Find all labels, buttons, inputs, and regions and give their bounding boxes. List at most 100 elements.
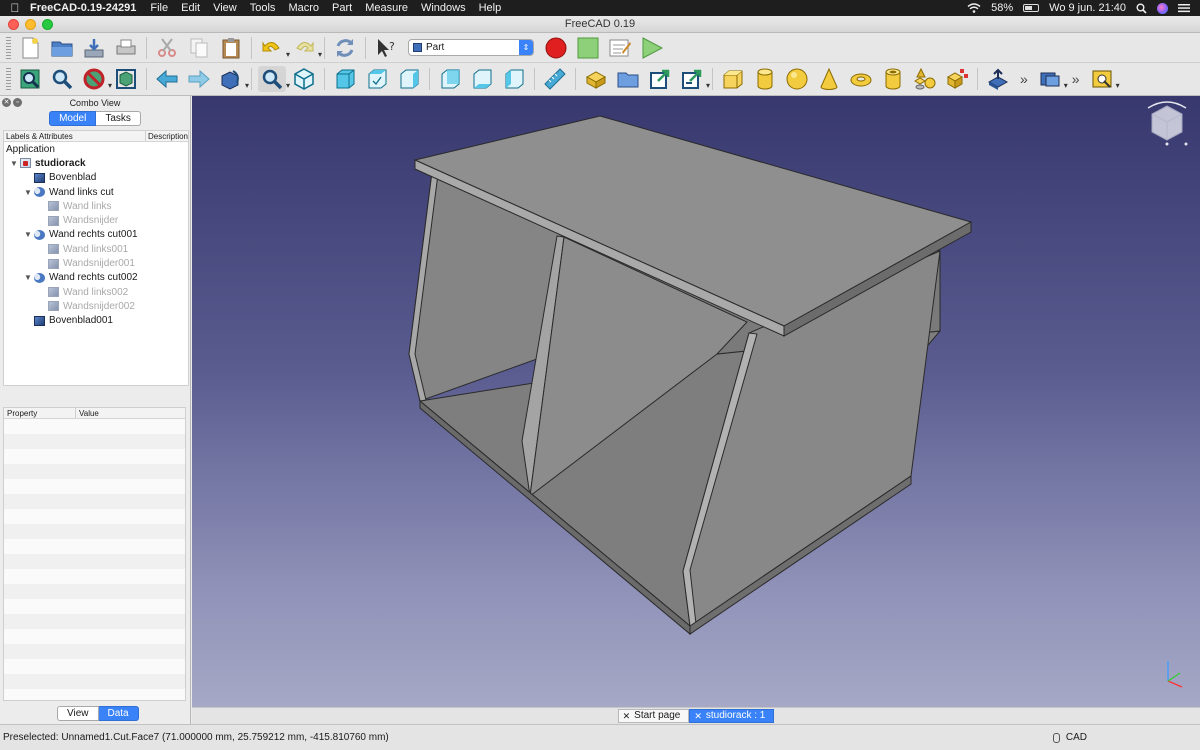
part-cone-button[interactable] <box>815 66 843 92</box>
tree-item[interactable]: Wand links002 <box>4 285 188 299</box>
part-cylinder-button[interactable] <box>751 66 779 92</box>
expand-arrow-icon[interactable]: ▼ <box>8 159 20 168</box>
open-document-button[interactable] <box>48 35 76 61</box>
expand-arrow-icon[interactable]: ▼ <box>22 188 34 197</box>
studiorack-model[interactable] <box>192 96 1200 707</box>
tree-item[interactable]: ▼ Wand links cut <box>4 185 188 199</box>
cut-button[interactable] <box>153 35 181 61</box>
zoom-menu-button[interactable] <box>258 66 290 92</box>
part-primitives-button[interactable] <box>911 66 939 92</box>
tab-tasks[interactable]: Tasks <box>96 111 141 126</box>
measure-distance-button[interactable] <box>541 66 569 92</box>
battery-icon[interactable] <box>1023 4 1040 12</box>
macro-run-button[interactable] <box>638 35 666 61</box>
navigation-cube[interactable] <box>1144 100 1190 146</box>
model-tree[interactable]: Labels & Attributes Description Applicat… <box>3 130 189 386</box>
siri-icon[interactable] <box>1157 2 1168 14</box>
toolbar-overflow-button[interactable]: » <box>1020 71 1028 87</box>
tree-item[interactable]: ▼ studiorack <box>4 156 188 170</box>
part-booleans-button[interactable] <box>1036 66 1068 92</box>
tree-item[interactable]: Wandsnijder <box>4 213 188 227</box>
fit-all-button[interactable] <box>16 66 44 92</box>
property-column-value[interactable]: Value <box>76 408 99 418</box>
tab-start-page[interactable]: ✕ Start page <box>617 709 690 723</box>
close-tab-icon[interactable]: ✕ <box>623 710 631 722</box>
left-view-button[interactable] <box>500 66 528 92</box>
create-part-button[interactable] <box>582 66 610 92</box>
tree-item[interactable]: Bovenblad <box>4 171 188 185</box>
draw-style-button[interactable] <box>80 66 112 92</box>
spotlight-search-icon[interactable] <box>1136 3 1147 14</box>
menu-tools[interactable]: Tools <box>250 2 276 14</box>
view-forward-button[interactable] <box>185 66 213 92</box>
part-extrude-button[interactable] <box>984 66 1012 92</box>
right-view-button[interactable] <box>395 66 423 92</box>
part-shape-builder-button[interactable] <box>943 66 971 92</box>
isometric-view-button[interactable] <box>290 66 318 92</box>
tree-item[interactable]: Wand links <box>4 199 188 213</box>
bounding-box-button[interactable] <box>112 66 140 92</box>
front-view-button[interactable] <box>331 66 359 92</box>
create-link-button[interactable] <box>646 66 674 92</box>
expand-arrow-icon[interactable]: ▼ <box>22 230 34 239</box>
tab-studiorack[interactable]: ✕ studiorack : 1 <box>689 709 775 723</box>
float-panel-icon[interactable]: ▫ <box>13 98 22 107</box>
tree-item[interactable]: ▼ Wand rechts cut001 <box>4 228 188 242</box>
part-measure-button[interactable] <box>1088 66 1120 92</box>
bottom-view-button[interactable] <box>468 66 496 92</box>
close-window-button[interactable] <box>8 19 19 30</box>
menu-macro[interactable]: Macro <box>288 2 319 14</box>
paste-button[interactable] <box>217 35 245 61</box>
rear-view-button[interactable] <box>436 66 464 92</box>
tree-item[interactable]: Wandsnijder002 <box>4 299 188 313</box>
tree-item[interactable]: Bovenblad001 <box>4 314 188 328</box>
fit-selection-button[interactable] <box>48 66 76 92</box>
undo-button[interactable] <box>258 35 290 61</box>
3d-viewport[interactable] <box>192 96 1200 707</box>
control-center-icon[interactable] <box>1178 3 1190 13</box>
part-box-button[interactable] <box>719 66 747 92</box>
minimize-window-button[interactable] <box>25 19 36 30</box>
part-torus-button[interactable] <box>847 66 875 92</box>
app-menu-name[interactable]: FreeCAD-0.19-24291 <box>30 2 136 14</box>
workbench-selector[interactable]: Part ⇕ <box>408 39 534 56</box>
maximize-window-button[interactable] <box>42 19 53 30</box>
part-tube-button[interactable] <box>879 66 907 92</box>
copy-button[interactable] <box>185 35 213 61</box>
macro-record-button[interactable] <box>542 35 570 61</box>
menu-help[interactable]: Help <box>479 2 502 14</box>
menu-measure[interactable]: Measure <box>365 2 408 14</box>
apple-icon[interactable]:  <box>0 1 30 15</box>
close-panel-icon[interactable]: ✕ <box>2 98 11 107</box>
tree-item[interactable]: Wandsnijder001 <box>4 256 188 270</box>
std-views-button[interactable] <box>217 66 249 92</box>
tab-view[interactable]: View <box>57 706 99 721</box>
macro-edit-button[interactable] <box>606 35 634 61</box>
toolbar-overflow-button[interactable]: » <box>1072 71 1080 87</box>
menu-edit[interactable]: Edit <box>181 2 200 14</box>
property-column-property[interactable]: Property <box>4 408 76 418</box>
tab-data[interactable]: Data <box>98 706 139 721</box>
refresh-button[interactable] <box>331 35 359 61</box>
redo-button[interactable] <box>290 35 322 61</box>
link-actions-button[interactable] <box>678 66 710 92</box>
expand-arrow-icon[interactable]: ▼ <box>22 273 34 282</box>
top-view-button[interactable] <box>363 66 391 92</box>
save-button[interactable] <box>80 35 108 61</box>
tree-column-labels[interactable]: Labels & Attributes <box>4 131 146 141</box>
tree-item[interactable]: ▼ Wand rechts cut002 <box>4 271 188 285</box>
new-document-button[interactable] <box>16 35 44 61</box>
menu-file[interactable]: File <box>150 2 168 14</box>
tree-root-application[interactable]: Application <box>4 142 188 156</box>
create-group-button[interactable] <box>614 66 642 92</box>
part-sphere-button[interactable] <box>783 66 811 92</box>
tree-item[interactable]: Wand links001 <box>4 242 188 256</box>
macro-stop-button[interactable] <box>574 35 602 61</box>
close-tab-icon[interactable]: ✕ <box>694 710 702 722</box>
menu-windows[interactable]: Windows <box>421 2 466 14</box>
wifi-icon[interactable] <box>967 3 981 13</box>
whats-this-button[interactable]: ? <box>372 35 400 61</box>
toolbar-grip[interactable] <box>6 68 11 90</box>
menu-view[interactable]: View <box>213 2 237 14</box>
tree-column-description[interactable]: Description <box>146 131 188 141</box>
